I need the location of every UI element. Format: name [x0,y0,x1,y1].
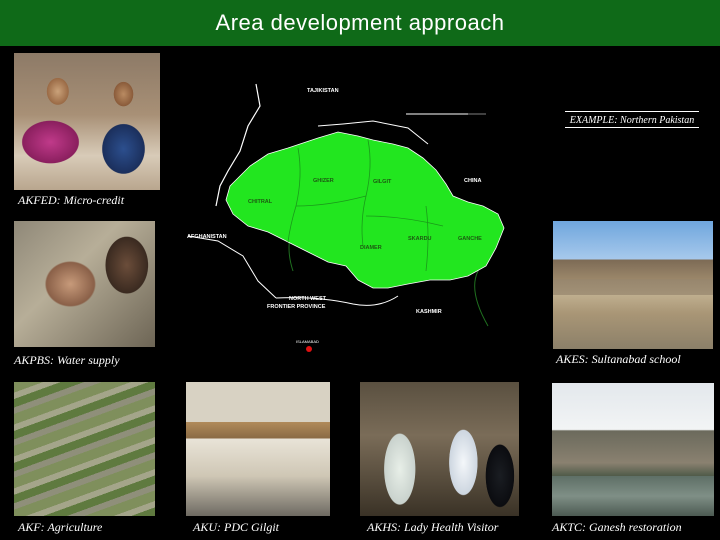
example-label: EXAMPLE: Northern Pakistan [569,115,695,126]
slide-title: Area development approach [215,10,505,35]
afghan-border [187,235,277,299]
lhv-caption: AKHS: Lady Health Visitor [367,520,499,534]
title-bar: Area development approach [0,0,720,46]
water-supply-caption: AKPBS: Water supply [14,353,120,367]
pdc-caption: AKU: PDC Gilgit [193,520,279,534]
school-caption: AKES: Sultanabad school [556,352,681,366]
map-svg [187,83,505,352]
example-label-box: EXAMPLE: Northern Pakistan [565,111,699,128]
lady-health-visitor-photo [360,382,519,516]
label-gilgit: GILGIT [373,179,392,185]
label-afghanistan: AFGHANISTAN [187,234,227,240]
label-ghizer: GHIZER [313,178,334,184]
label-kashmir: KASHMIR [416,309,442,315]
label-islamabad: ISLAMABAD [296,339,319,344]
label-nwfp-2: FRONTIER PROVINCE [267,304,326,310]
label-chitral: CHITRAL [248,199,273,205]
micro-credit-caption: AKFED: Micro-credit [18,193,125,207]
label-ganche: GANCHE [458,236,482,242]
agriculture-photo [14,382,155,516]
label-diamer: DIAMER [360,245,382,251]
label-tajikistan: TAJIKISTAN [307,88,339,94]
school-photo [553,221,713,349]
restoration-caption: AKTC: Ganesh restoration [552,520,682,534]
ganesh-restoration-photo [552,383,714,516]
pdc-photo [186,382,330,516]
label-china: CHINA [464,178,482,184]
agriculture-caption: AKF: Agriculture [18,520,103,534]
label-skardu: SKARDU [408,236,432,242]
micro-credit-photo [14,53,160,190]
label-nwfp-1: NORTH WEST [289,296,326,302]
islamabad-dot [306,346,312,352]
northern-pakistan-map: TAJIKISTAN CHINA AFGHANISTAN NORTH WEST … [168,66,548,366]
northern-areas-region [225,131,505,289]
water-supply-photo [14,221,155,347]
